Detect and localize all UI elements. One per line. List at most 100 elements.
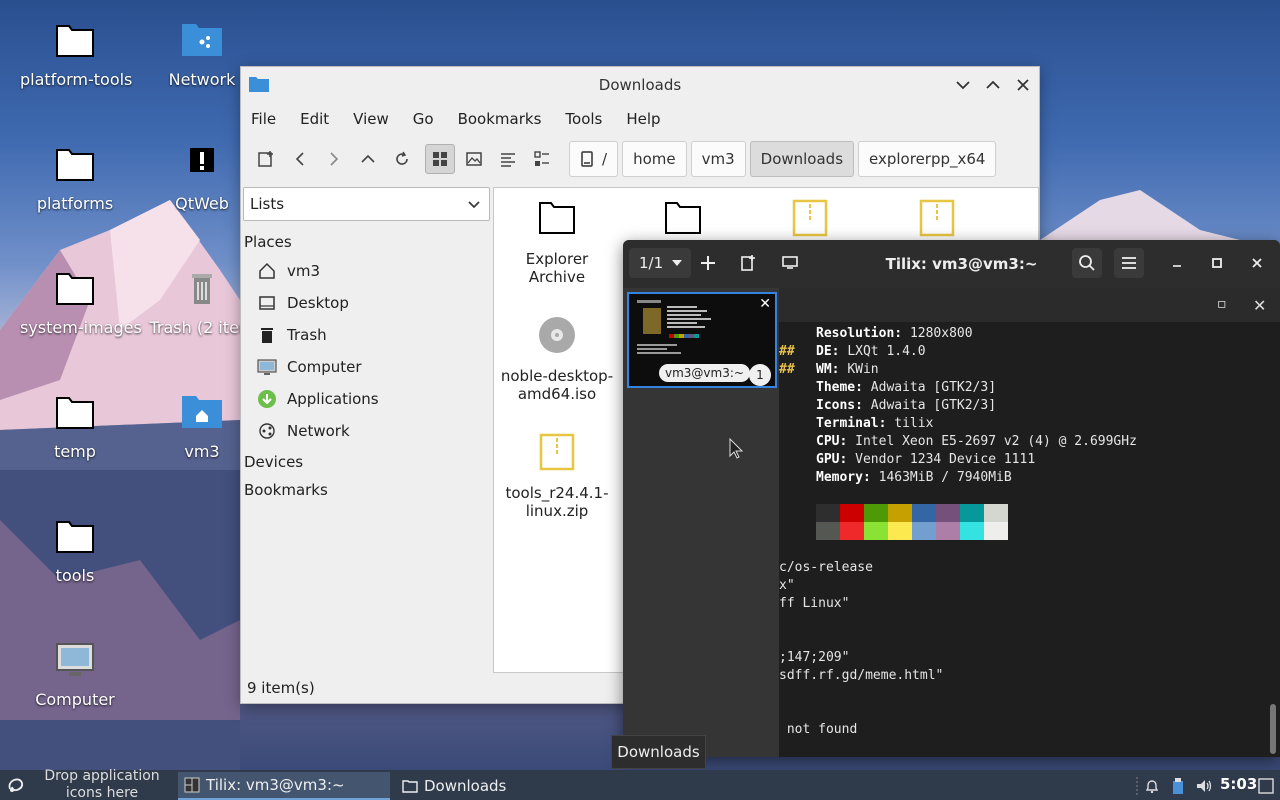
places-heading[interactable]: Places <box>244 233 292 251</box>
place-vm3[interactable]: vm3 <box>257 261 320 281</box>
file-name: linux.zip <box>525 502 589 520</box>
folder-icon <box>402 780 418 793</box>
menu-help[interactable]: Help <box>626 110 660 128</box>
desktop-icon-platform-tools[interactable]: platform-tools <box>20 20 132 89</box>
terminal-close-icon[interactable]: ✕ <box>1253 296 1266 315</box>
clock[interactable]: 5:03 <box>1220 775 1257 793</box>
palette-swatch <box>816 504 840 522</box>
menu-file[interactable]: File <box>251 110 276 128</box>
desktop-icon-system-images[interactable]: system-images <box>20 268 142 337</box>
info-key: Memory <box>816 470 863 485</box>
output-line: ff Linux" <box>779 596 850 611</box>
icon-view-button[interactable] <box>425 144 455 174</box>
terminal-maximize-icon[interactable]: ▫ <box>1217 296 1227 312</box>
info-key: WM <box>816 362 832 377</box>
menu-edit[interactable]: Edit <box>300 110 329 128</box>
info-line: Memory: 1463MiB / 7940MiB <box>816 470 1012 485</box>
taskbar: Drop application icons here Tilix: vm3@v… <box>0 768 1280 800</box>
detailed-view-button[interactable] <box>527 144 557 174</box>
menu-view[interactable]: View <box>353 110 389 128</box>
side-pane-mode-select[interactable]: Lists <box>243 187 490 221</box>
place-computer[interactable]: Computer <box>257 357 362 377</box>
computer-icon <box>257 359 277 375</box>
session-sidebar: ✕ vm3@vm3:~ 1 <box>623 288 779 757</box>
reload-button[interactable] <box>387 144 417 174</box>
menu-tools[interactable]: Tools <box>565 110 602 128</box>
place-label: Trash <box>287 326 327 344</box>
task-tilix[interactable]: Tilix: vm3@vm3:~ <box>178 772 390 800</box>
task-downloads[interactable]: Downloads <box>396 772 596 800</box>
info-line: GPU: Vendor 1234 Device 1111 <box>816 452 1036 467</box>
tilix-header[interactable]: 1/1 Tilix: vm3@vm3:~ <box>623 240 1280 288</box>
file-item[interactable]: noble-desktop- amd64.iso <box>497 315 617 403</box>
session-thumbnail[interactable]: ✕ vm3@vm3:~ 1 <box>627 292 777 388</box>
info-value: Intel Xeon E5-2697 v2 (4) @ 2.699GHz <box>855 434 1137 449</box>
crumb-root[interactable]: / <box>569 141 619 177</box>
side-pane: Lists Places vm3 Desktop Trash Computer … <box>241 185 491 675</box>
crumb-home[interactable]: home <box>622 141 687 177</box>
palette-swatch <box>840 504 864 522</box>
zip-icon <box>792 199 828 237</box>
applications-icon <box>258 390 276 408</box>
place-desktop[interactable]: Desktop <box>257 293 349 313</box>
session-count-badge: 1 <box>749 364 771 386</box>
terminal[interactable]: ▫ ✕ ## ## Resolution: 1280x800 DE: LXQt … <box>779 288 1280 757</box>
output-line: not found <box>779 722 858 737</box>
title-bar[interactable]: Downloads <box>241 67 1039 103</box>
minimize-button[interactable] <box>951 73 975 97</box>
crumb-vm3[interactable]: vm3 <box>690 141 746 177</box>
crumb-downloads[interactable]: Downloads <box>749 141 855 177</box>
desktop-icon-platforms[interactable]: platforms <box>20 144 130 213</box>
devices-heading[interactable]: Devices <box>244 453 303 471</box>
folder-icon <box>56 397 94 429</box>
place-trash[interactable]: Trash <box>257 325 327 345</box>
file-name: Explorer Archive <box>525 250 589 286</box>
new-tab-button[interactable] <box>251 144 281 174</box>
place-network[interactable]: Network <box>257 421 350 441</box>
up-button[interactable] <box>353 144 383 174</box>
desktop-icon-temp[interactable]: temp <box>20 392 130 461</box>
maximize-button[interactable] <box>1202 248 1232 278</box>
close-button[interactable] <box>1011 73 1035 97</box>
menu-button[interactable] <box>1114 248 1144 278</box>
menu-bookmarks[interactable]: Bookmarks <box>458 110 542 128</box>
desktop-icon-tools[interactable]: tools <box>20 516 130 585</box>
show-desktop-button[interactable] <box>1255 775 1277 797</box>
search-button[interactable] <box>1072 248 1102 278</box>
info-line: Resolution: 1280x800 <box>816 326 973 341</box>
notifications-button[interactable] <box>1141 775 1163 797</box>
scrollbar[interactable] <box>1270 704 1276 754</box>
output-line: sdff.rf.gd/meme.html" <box>779 668 944 683</box>
info-key: CPU <box>816 434 840 449</box>
info-key: Resolution <box>816 326 895 341</box>
info-line: Terminal: tilix <box>816 416 934 431</box>
file-item[interactable]: tools_r24.4.1- linux.zip <box>497 432 617 520</box>
thumbnail-view-button[interactable] <box>459 144 489 174</box>
back-button[interactable] <box>285 144 315 174</box>
info-value: 1463MiB / 7940MiB <box>878 470 1012 485</box>
maximize-button[interactable] <box>981 73 1005 97</box>
file-item[interactable]: Explorer Archive <box>497 198 617 286</box>
palette-swatch <box>936 504 960 522</box>
place-applications[interactable]: Applications <box>257 389 379 409</box>
forward-button[interactable] <box>319 144 349 174</box>
bookmarks-heading[interactable]: Bookmarks <box>244 481 328 499</box>
chevron-up-icon <box>361 154 375 163</box>
menu-go[interactable]: Go <box>413 110 434 128</box>
compact-view-button[interactable] <box>493 144 523 174</box>
removable-media-button[interactable] <box>1167 775 1189 797</box>
home-folder-icon <box>182 396 222 428</box>
info-line: WM: KWin <box>816 362 879 377</box>
logo-fragment: ## <box>779 344 795 359</box>
desktop-icon-computer[interactable]: Computer <box>20 640 130 709</box>
minimize-button[interactable] <box>1162 248 1192 278</box>
desktop-icon-label: tools <box>55 566 95 585</box>
list-view-icon <box>501 153 515 167</box>
start-menu-button[interactable] <box>4 774 28 796</box>
crumb-explorerpp[interactable]: explorerpp_x64 <box>858 141 997 177</box>
close-session-icon[interactable]: ✕ <box>759 296 771 312</box>
volume-button[interactable] <box>1193 775 1215 797</box>
close-button[interactable] <box>1242 248 1272 278</box>
palette-swatch <box>864 504 888 522</box>
desktop-icon-label: Computer <box>35 690 115 709</box>
